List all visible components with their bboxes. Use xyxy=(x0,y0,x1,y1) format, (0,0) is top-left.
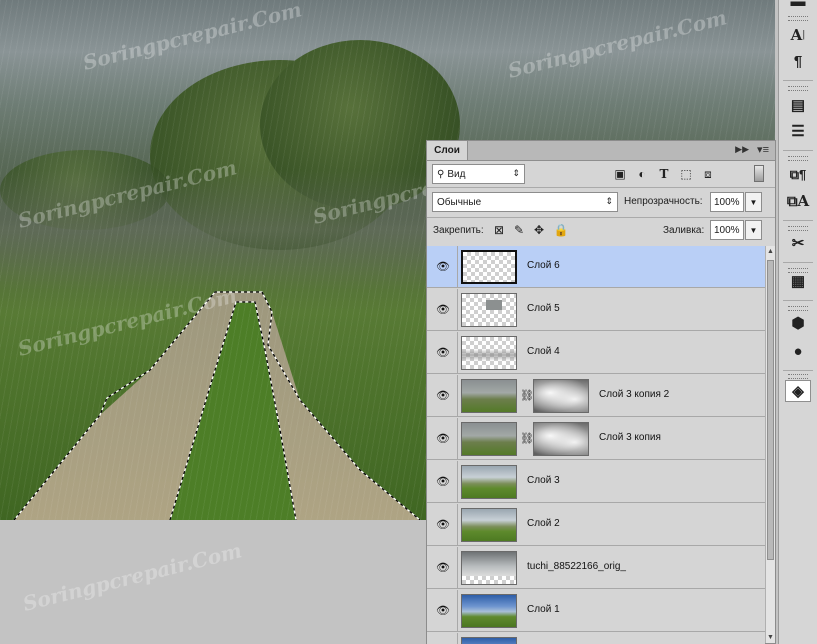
layer-thumbnail xyxy=(461,293,517,327)
dock-grip[interactable] xyxy=(788,374,808,379)
shape-layer-filter-icon[interactable]: ⬚ xyxy=(678,166,694,182)
blend-mode-value: Обычные xyxy=(437,196,482,208)
fill-dropdown-button[interactable]: ▼ xyxy=(745,220,762,240)
lock-position-icon[interactable]: ✥ xyxy=(531,222,547,238)
lock-transparent-pixels-icon[interactable]: ⊠ xyxy=(491,222,507,238)
scroll-up-icon[interactable]: ▲ xyxy=(766,248,775,255)
chain-link-icon[interactable]: ⛓ xyxy=(520,389,534,402)
layer-name: Слой 6 xyxy=(527,260,560,271)
smart-object-filter-icon[interactable]: ⧈ xyxy=(700,166,716,182)
layer-thumbnail xyxy=(461,379,517,413)
dock-grip[interactable] xyxy=(788,226,808,231)
adjustment-layer-filter-icon[interactable]: ◐ xyxy=(634,166,650,182)
updown-arrow-icon: ⇕ xyxy=(605,196,613,206)
watermark: Soringpcrepair.Com xyxy=(20,538,245,616)
paragraph-styles-icon[interactable]: ⧉¶ xyxy=(785,164,811,186)
dock-grip[interactable] xyxy=(788,306,808,311)
pixel-layer-filter-icon[interactable]: ▣ xyxy=(612,166,628,182)
layer-name: Слой 3 копия 2 xyxy=(599,389,670,400)
layer-thumbnail xyxy=(461,422,517,456)
3d-cube-icon[interactable]: ⬢ xyxy=(785,312,811,334)
layers-panel: Слои ▶▶ ▾≡ ⚲ Вид ⇕ ▣ ◐ T ⬚ ⧈ Обычные ⇕ Н… xyxy=(426,140,776,644)
panel-dock: ▬ A | ¶ ▤ ☰ ⧉¶ ⧉A ✂ ▦ ⬢ ● ◈ xyxy=(778,0,817,644)
visibility-eye-icon[interactable]: 👁 xyxy=(436,561,450,574)
filter-toggle-switch[interactable] xyxy=(754,165,764,182)
layer-name: Слой 2 xyxy=(527,518,560,529)
layer-thumbnail xyxy=(461,250,517,284)
scroll-down-icon[interactable]: ▼ xyxy=(766,634,775,641)
opacity-label: Непрозрачность: xyxy=(624,196,703,207)
visibility-eye-icon[interactable]: 👁 xyxy=(436,260,450,273)
layer-name: tuchi_88522166_orig_ xyxy=(527,561,626,572)
character-styles-icon[interactable]: ⧉A xyxy=(785,190,811,212)
fill-label: Заливка: xyxy=(663,225,705,236)
updown-arrow-icon: ⇕ xyxy=(512,168,520,178)
dock-grip[interactable] xyxy=(788,16,808,21)
tab-layers[interactable]: Слои xyxy=(427,141,468,160)
layer-name: Слой 1 xyxy=(527,604,560,615)
search-icon: ⚲ xyxy=(437,168,445,180)
layer-list-scrollbar[interactable]: ▲ ▼ xyxy=(765,246,775,643)
layer-thumbnail xyxy=(461,465,517,499)
visibility-eye-icon[interactable]: 👁 xyxy=(436,604,450,617)
layer-row[interactable]: 👁 Слой 4 xyxy=(427,332,765,374)
fill-input[interactable]: 100% xyxy=(710,220,744,240)
visibility-eye-icon[interactable]: 👁 xyxy=(436,303,450,316)
notes-icon[interactable]: ☰ xyxy=(785,120,811,142)
layer-row[interactable]: 👁 tuchi_88522166_orig_ xyxy=(427,547,765,589)
layer-row[interactable]: 👁 Слой 6 xyxy=(427,246,765,288)
layer-list: 👁 Слой 6 👁 Слой 5 👁 Слой 4 👁 ⛓ Слой 3 ко… xyxy=(427,246,765,644)
dock-grip[interactable] xyxy=(788,86,808,91)
scroll-thumb[interactable] xyxy=(767,260,774,560)
layer-row[interactable]: 👁 Слой 3 xyxy=(427,461,765,503)
layers-panel-icon[interactable]: ◈ xyxy=(785,380,811,402)
layer-thumbnail xyxy=(461,594,517,628)
visibility-eye-icon[interactable]: 👁 xyxy=(436,475,450,488)
opacity-dropdown-button[interactable]: ▼ xyxy=(745,192,762,212)
tools-icon[interactable]: ✂ xyxy=(785,232,811,254)
lock-all-icon[interactable]: 🔒 xyxy=(553,222,569,238)
layer-row[interactable]: 👁 ⛓ Слой 3 копия xyxy=(427,418,765,460)
layer-filter-select[interactable]: ⚲ Вид ⇕ xyxy=(432,164,525,184)
layer-row[interactable]: 👁 Слой 2 xyxy=(427,504,765,546)
blend-mode-select[interactable]: Обычные ⇕ xyxy=(432,192,618,212)
layer-filter-value: Вид xyxy=(447,168,466,180)
visibility-eye-icon[interactable]: 👁 xyxy=(436,346,450,359)
collapsed-panel-icon[interactable]: ▬ xyxy=(785,0,811,12)
properties-icon[interactable]: ▦ xyxy=(785,270,811,292)
layer-row[interactable] xyxy=(427,633,765,644)
visibility-eye-icon[interactable]: 👁 xyxy=(436,389,450,402)
layer-mask-thumbnail[interactable] xyxy=(533,422,589,456)
type-tool-icon[interactable]: A | xyxy=(785,24,811,46)
dock-grip[interactable] xyxy=(788,156,808,161)
visibility-eye-icon[interactable]: 👁 xyxy=(436,432,450,445)
layer-mask-thumbnail[interactable] xyxy=(533,379,589,413)
panel-tab-bar: Слои ▶▶ ▾≡ xyxy=(427,141,775,161)
type-layer-filter-icon[interactable]: T xyxy=(656,166,672,182)
layer-thumbnail xyxy=(461,551,517,585)
layer-name: Слой 4 xyxy=(527,346,560,357)
layer-thumbnail xyxy=(461,508,517,542)
opacity-input[interactable]: 100% xyxy=(710,192,744,212)
layer-name: Слой 3 xyxy=(527,475,560,486)
layer-row[interactable]: 👁 Слой 1 xyxy=(427,590,765,632)
layer-name: Слой 3 копия xyxy=(599,432,661,443)
double-chevron-right-icon[interactable]: ▶▶ xyxy=(735,144,749,155)
lock-image-pixels-icon[interactable]: ✎ xyxy=(511,222,527,238)
paragraph-icon[interactable]: ¶ xyxy=(785,50,811,72)
materials-icon[interactable]: ● xyxy=(785,340,811,362)
visibility-eye-icon[interactable]: 👁 xyxy=(436,518,450,531)
layer-thumbnail xyxy=(461,637,517,644)
layer-name: Слой 5 xyxy=(527,303,560,314)
document-icon[interactable]: ▤ xyxy=(785,94,811,116)
layer-row[interactable]: 👁 ⛓ Слой 3 копия 2 xyxy=(427,375,765,417)
layer-row[interactable]: 👁 Слой 5 xyxy=(427,289,765,331)
lock-label: Закрепить: xyxy=(433,225,484,236)
chain-link-icon[interactable]: ⛓ xyxy=(520,432,534,445)
layer-thumbnail xyxy=(461,336,517,370)
panel-menu-icon[interactable]: ▾≡ xyxy=(757,143,769,156)
